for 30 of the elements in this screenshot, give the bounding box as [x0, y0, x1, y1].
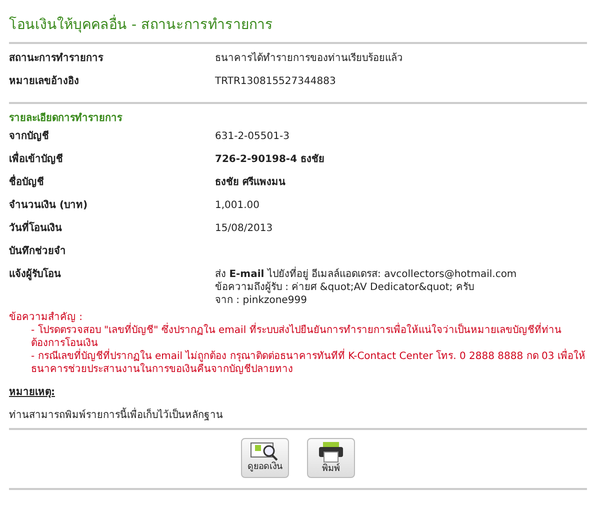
section-heading: รายละเอียดการทำรายการ [9, 112, 124, 125]
magnifier-icon [250, 441, 280, 461]
field-label: แจ้งผู้รับโอน [9, 268, 62, 281]
field-value: ข้อความถึงผู้รับ : ค่ายศ &quot;AV Dedicator&quot; ครับ [215, 281, 475, 294]
balance-button[interactable]: ดูยอดเงิน [241, 438, 289, 478]
field-value: จาก : pinkzone999 [215, 294, 308, 307]
field-label: หมายเลขอ้างอิง [9, 75, 80, 88]
field-label: จำนวนเงิน (บาท) [9, 199, 89, 212]
field-label: จากบัญชี [9, 130, 50, 143]
field-value: 631-2-05501-3 [215, 130, 290, 143]
printer-icon [318, 441, 344, 463]
field-label: สถานะการทำรายการ [9, 52, 104, 65]
field-value: ส่ง E-mail ไปยังที่อยู่ อีเมลล์แอดเดรส: avcollectors@hotmail.com [215, 268, 517, 281]
field-value: TRTR130815527344883 [215, 75, 336, 88]
field-value: 15/08/2013 [215, 222, 273, 235]
field-label: บันทึกช่วยจำ [9, 245, 67, 258]
remark-heading: หมายเหตุ: [9, 386, 55, 399]
field-label: เพื่อเข้าบัญชี [9, 153, 215, 166]
page-title: โอนเงินให้บุคคลอื่น - สถานะการทำรายการ [9, 16, 587, 34]
notice-text: - กรณีเลขที่บัญชีที่ปรากฏใน email ไม่ถูกต้อง กรุณาติดต่อธนาคารทันทีที่ K-Contact Center โทร. 0 2888 8888 กด 03 เพื่อให้ธนาคารช่วยประสานงานในการขอเงินคืนจากบัญชีปลายทาง [9, 350, 587, 376]
field-label: วันที่โอนเงิน [9, 222, 215, 235]
print-button[interactable]: พิมพ์ [307, 438, 355, 478]
field-value: ธนาคารได้ทำรายการของท่านเรียบร้อยแล้ว [215, 52, 403, 65]
notice-heading: ข้อความสำคัญ : [9, 311, 84, 324]
field-label: ชื่อบัญชี [9, 176, 215, 189]
field-value: 726-2-90198-4 ธงชัย [215, 153, 325, 166]
field-value: ธงชัย ศรีแพงมน [215, 176, 286, 189]
field-value: 1,001.00 [215, 199, 260, 212]
notice-text: - โปรดตรวจสอบ "เลขที่บัญชี" ซึ่งปรากฏใน email ที่ระบบส่งไปยืนยันการทำรายการเพื่อให้แน่ใจว่าเป็นหมายเลขบัญชีที่ท่านต้องการโอนเงิน [9, 324, 587, 350]
remark-text: ท่านสามารถพิมพ์รายการนี้เพื่อเก็บไว้เป็นหลักฐาน [9, 409, 587, 422]
